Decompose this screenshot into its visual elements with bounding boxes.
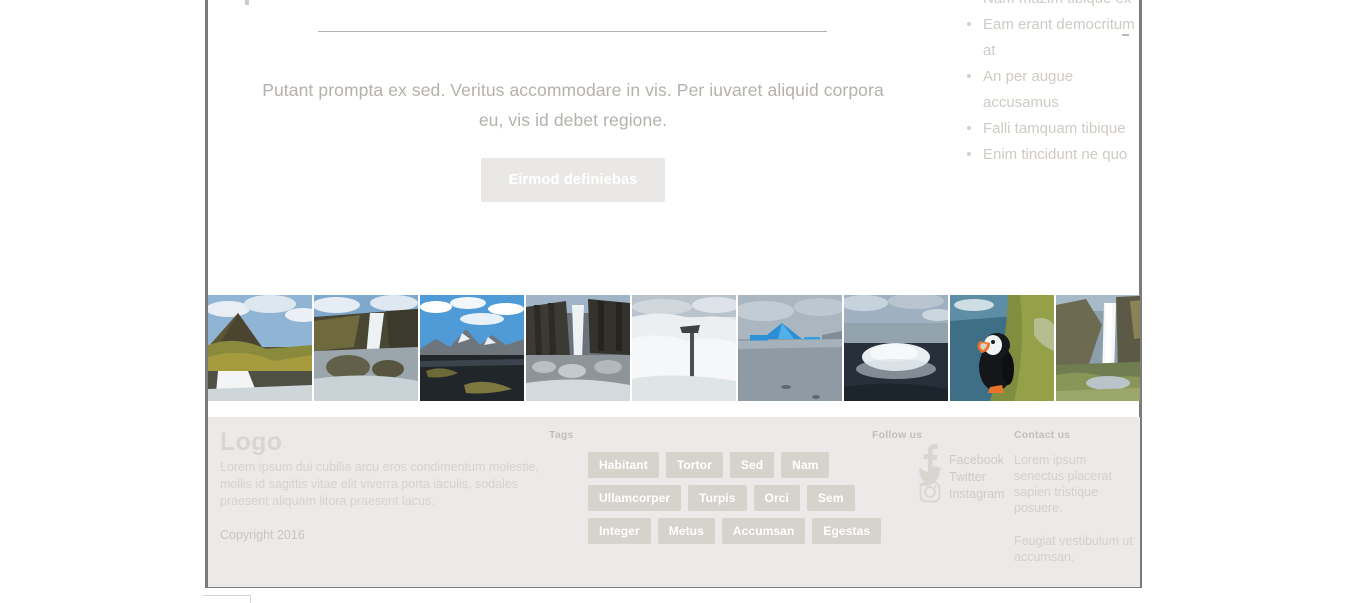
intro-divider [318, 31, 827, 32]
gallery-image-ice-axe-in-snow[interactable] [632, 295, 736, 401]
gallery-image-ice-floe-black-sand-beach[interactable] [844, 295, 948, 401]
list-item-label: Nam mazim tibique ex [983, 0, 1131, 7]
social-links: Facebook Twitter Instagram [917, 444, 1017, 508]
cta-container: Eirmod definiebas [253, 158, 893, 202]
tag-chip[interactable]: Tortor [665, 452, 723, 478]
tag-chip[interactable]: Nam [781, 452, 830, 478]
screenshot-viewport: Putant prompta ex sed. Veritus accommoda… [0, 0, 1350, 603]
tag-chip[interactable]: Orci [753, 485, 800, 511]
footer-brand-column: Logo Lorem ipsum dui cubilia arcu eros c… [220, 427, 540, 544]
gallery-image-seljalandsfoss-waterfall[interactable] [1056, 295, 1140, 401]
tag-chip[interactable]: Turpis [688, 485, 747, 511]
list-item: Eam erant democritum at [952, 12, 1137, 64]
footer-follow-heading: Follow us [872, 429, 923, 441]
social-label[interactable]: Twitter [949, 469, 986, 486]
list-item-label: Eam erant democritum at [983, 16, 1135, 59]
gallery-image-svartifoss-basalt-waterfall[interactable] [526, 295, 630, 401]
tag-chip[interactable]: Habitant [588, 452, 659, 478]
gallery-image-blue-iceberg-lagoon[interactable] [738, 295, 842, 401]
footer-tags-heading: Tags [549, 429, 574, 441]
tag-chip[interactable]: Integer [588, 518, 651, 544]
contact-paragraph-primary: Lorem ipsum senectus placerat sapien tri… [1014, 453, 1112, 515]
tag-chip[interactable]: Metus [657, 518, 715, 544]
gallery-image-stream-waterfall-rocks[interactable] [314, 295, 418, 401]
tag-chip[interactable]: Ullamcorper [588, 485, 682, 511]
footer-contact-heading: Contact us [1014, 429, 1071, 441]
list-item: Falli tamquam tibique [952, 116, 1137, 142]
gallery-image-puffin-on-grass-cliff[interactable] [950, 295, 1054, 401]
footer-tags-column: Tags Habitant Tortor Sed Nam Ullamcorper… [549, 429, 882, 544]
social-label[interactable]: Instagram [949, 486, 1005, 503]
image-gallery-strip [208, 295, 1140, 401]
list-item-label: Falli tamquam tibique [983, 120, 1126, 137]
intro-section: Putant prompta ex sed. Veritus accommoda… [208, 0, 936, 290]
bullet-icon [967, 152, 971, 156]
list-item: Enim tincidunt ne quo [952, 142, 1137, 168]
tag-chip[interactable]: Accumsan [721, 518, 806, 544]
site-footer: Logo Lorem ipsum dui cubilia arcu eros c… [208, 417, 1140, 587]
social-label[interactable]: Facebook [949, 452, 1004, 469]
intro-paragraph: Putant prompta ex sed. Veritus accommoda… [262, 79, 884, 130]
tag-chip[interactable]: Egestas [812, 518, 882, 544]
list-item: An per augue accusamus [952, 64, 1137, 116]
footer-description: Lorem ipsum dui cubilia arcu eros condim… [220, 460, 539, 508]
bullet-icon [967, 74, 971, 78]
footer-copyright: Copyright 2016 [220, 528, 305, 542]
list-item: Nam mazim tibique ex [952, 0, 1137, 12]
tag-list: Habitant Tortor Sed Nam Ullamcorper Turp… [588, 452, 888, 544]
list-item-label: An per augue accusamus [983, 68, 1074, 111]
bullet-icon [967, 126, 971, 130]
eirmod-definiebas-button[interactable]: Eirmod definiebas [481, 158, 665, 202]
tag-chip[interactable]: Sed [729, 452, 775, 478]
bullet-icon [967, 22, 971, 26]
instagram-icon [917, 477, 943, 507]
contact-paragraph-secondary: Feugiat vestibulum ut accumsan. [1014, 534, 1133, 564]
tag-chip[interactable]: Sem [806, 485, 855, 511]
aside-list: Nam mazim tibique ex Eam erant democritu… [952, 0, 1137, 168]
sidebar-feature-list: Nam mazim tibique ex Eam erant democritu… [952, 0, 1137, 168]
social-link-instagram[interactable]: Instagram [917, 481, 1005, 503]
footer-contact-column: Contact us Lorem ipsum senectus placerat… [1014, 429, 1139, 565]
footer-logo: Logo [220, 428, 283, 456]
gallery-image-vestrahorn-mountain-beach[interactable] [420, 295, 524, 401]
gallery-image-kirkjufell-waterfall-mountain[interactable] [208, 295, 312, 401]
list-item-label: Enim tincidunt ne quo [983, 146, 1128, 163]
footer-follow-column: Follow us Facebook Twitter Instagram [872, 429, 1017, 508]
